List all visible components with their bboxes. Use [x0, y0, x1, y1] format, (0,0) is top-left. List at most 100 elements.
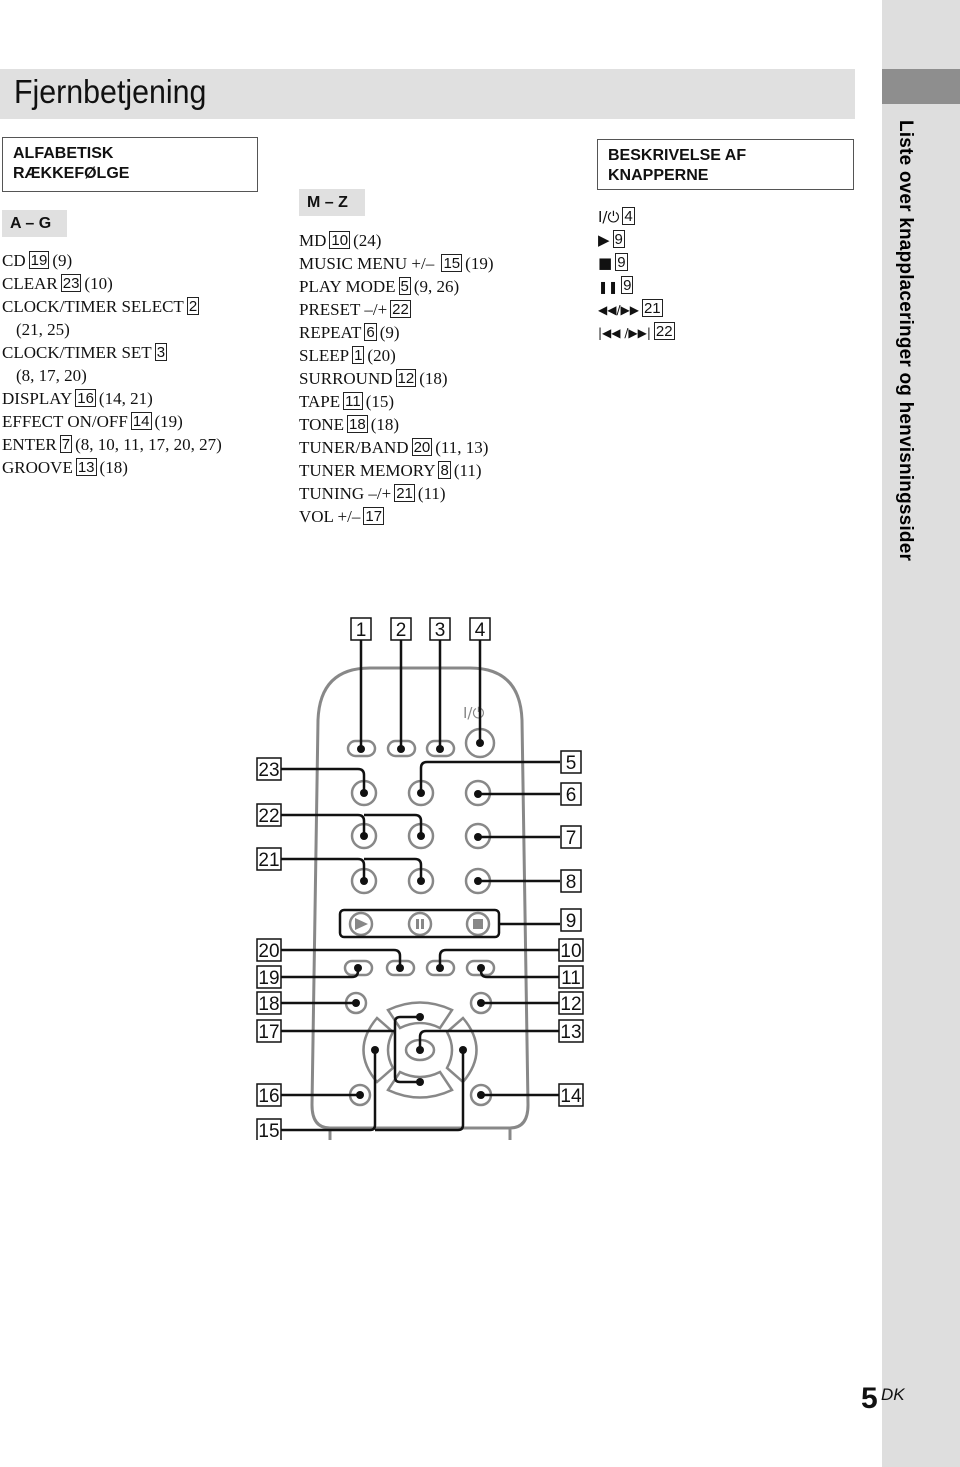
list-item: ■ 9: [598, 251, 678, 274]
callout-18: 18: [256, 991, 282, 1015]
button-number: 3: [154, 343, 168, 361]
callout-12: 12: [558, 991, 584, 1015]
callout-16: 16: [256, 1083, 282, 1107]
button-number: 22: [653, 322, 675, 340]
list-item: REPEAT 6 (9): [299, 323, 400, 342]
list-item: PLAY MODE 5 (9, 26): [299, 277, 460, 296]
button-number: 10: [329, 231, 351, 249]
button-number: 11: [343, 392, 363, 410]
callout-5: 5: [560, 750, 582, 774]
callout-22: 22: [256, 803, 282, 827]
list-item: TUNER/BAND 20 (11, 13): [299, 438, 489, 457]
callout-3: 3: [429, 617, 451, 641]
button-number: 9: [621, 276, 634, 294]
button-number: 13: [75, 458, 97, 476]
svg-text:20: 20: [258, 941, 279, 962]
list-item: DISPLAY 16 (14, 21): [2, 389, 153, 408]
power-label: I/⏻: [463, 704, 484, 722]
svg-text:8: 8: [566, 872, 577, 893]
button-number: 2: [186, 297, 200, 315]
page-language-suffix: DK: [881, 1385, 905, 1404]
callout-20: 20: [256, 938, 282, 962]
button-number: 12: [395, 369, 417, 387]
list-item: MUSIC MENU +/– 15 (19): [299, 254, 494, 273]
list-item: SLEEP 1 (20): [299, 346, 396, 365]
alphabetical-heading: ALFABETISK RÆKKEFØLGE: [2, 137, 258, 192]
button-number: 18: [347, 415, 368, 433]
svg-text:7: 7: [566, 828, 577, 849]
list-item: GROOVE 13 (18): [2, 458, 128, 477]
button-number: 1: [352, 346, 365, 364]
callout-11: 11: [558, 965, 584, 989]
svg-text:12: 12: [560, 994, 581, 1015]
list-item: VOL +/– 17: [299, 507, 385, 526]
button-number: 14: [130, 412, 152, 430]
button-number: 15: [441, 254, 463, 272]
callout-13: 13: [558, 1019, 584, 1043]
callout-8: 8: [560, 869, 582, 893]
group-a-g-list: CD 19 (9) CLEAR 23 (10) CLOCK/TIMER SELECT 2 …: [2, 249, 222, 479]
list-item: CD 19 (9): [2, 251, 73, 270]
callout-7: 7: [560, 825, 582, 849]
list-item: TAPE 11 (15): [299, 392, 395, 411]
list-item: TUNER MEMORY 8 (11): [299, 461, 482, 480]
stop-icon: [473, 919, 483, 929]
side-tab-marker: [882, 69, 960, 104]
list-item: PRESET –/+ 22: [299, 300, 411, 319]
button-number: 19: [28, 251, 50, 269]
svg-text:2: 2: [396, 620, 407, 641]
button-number: 4: [622, 207, 635, 225]
button-number: 8: [438, 461, 451, 479]
list-item: ❚❚ 9: [598, 274, 678, 297]
page-title: Fjernbetjening: [14, 73, 207, 110]
svg-text:10: 10: [560, 941, 581, 962]
list-item: CLEAR 23 (10): [2, 274, 113, 293]
list-item: I/⏻ 4: [598, 205, 678, 228]
list-item: TONE 18 (18): [299, 415, 400, 434]
svg-text:9: 9: [566, 911, 577, 932]
play-icon: ▶: [598, 231, 610, 249]
pause-icon: ❚❚: [598, 280, 619, 294]
descriptions-heading-line1: BESKRIVELSE AF: [608, 147, 747, 164]
svg-text:5: 5: [566, 753, 577, 774]
svg-text:23: 23: [258, 760, 279, 781]
svg-text:1: 1: [356, 620, 367, 641]
button-number: 5: [398, 277, 411, 295]
svg-text:17: 17: [258, 1022, 279, 1043]
descriptions-heading-line2: KNAPPERNE: [608, 167, 709, 184]
svg-text:21: 21: [258, 850, 279, 871]
callout-19: 19: [256, 965, 282, 989]
list-item: TUNING –/+ 21 (11): [299, 484, 446, 503]
svg-text:19: 19: [258, 968, 279, 989]
svg-text:13: 13: [560, 1022, 581, 1043]
page-number: 5: [861, 1382, 878, 1415]
button-number: 9: [615, 253, 628, 271]
list-item: EFFECT ON/OFF 14 (19): [2, 412, 183, 431]
button-number: 16: [75, 389, 96, 407]
group-m-z-list: MD 10 (24) MUSIC MENU +/– 15 (19) PLAY MODE…: [299, 229, 493, 528]
list-item-continuation: (21, 25): [16, 320, 70, 339]
list-item: CLOCK/TIMER SET 3: [2, 343, 168, 362]
button-number: 21: [641, 299, 663, 317]
callout-10: 10: [558, 938, 584, 962]
callout-23: 23: [256, 757, 282, 781]
button-number: 23: [60, 274, 82, 292]
list-item: CLOCK/TIMER SELECT 2: [2, 297, 200, 316]
list-item: ◀◀/▶▶ 21: [598, 297, 678, 320]
list-item: SURROUND 12 (18): [299, 369, 448, 388]
svg-text:3: 3: [435, 620, 446, 641]
svg-text:15: 15: [258, 1121, 279, 1140]
list-item-continuation: (8, 17, 20): [16, 366, 87, 385]
pause-button: [407, 911, 433, 937]
svg-text:11: 11: [561, 968, 581, 989]
callout-15: 15: [256, 1118, 282, 1140]
svg-text:18: 18: [258, 994, 279, 1015]
callout-1: 1: [350, 617, 372, 641]
pause-icon: [416, 919, 419, 929]
svg-text:22: 22: [258, 806, 279, 827]
list-item: ▶ 9: [598, 228, 678, 251]
side-tab-label: Liste over knapplaceringer og henvisning…: [895, 120, 916, 562]
group-m-z-label: M – Z: [299, 189, 365, 216]
button-number: 21: [394, 484, 415, 502]
list-item: ENTER 7 (8, 10, 11, 17, 20, 27): [2, 435, 222, 454]
